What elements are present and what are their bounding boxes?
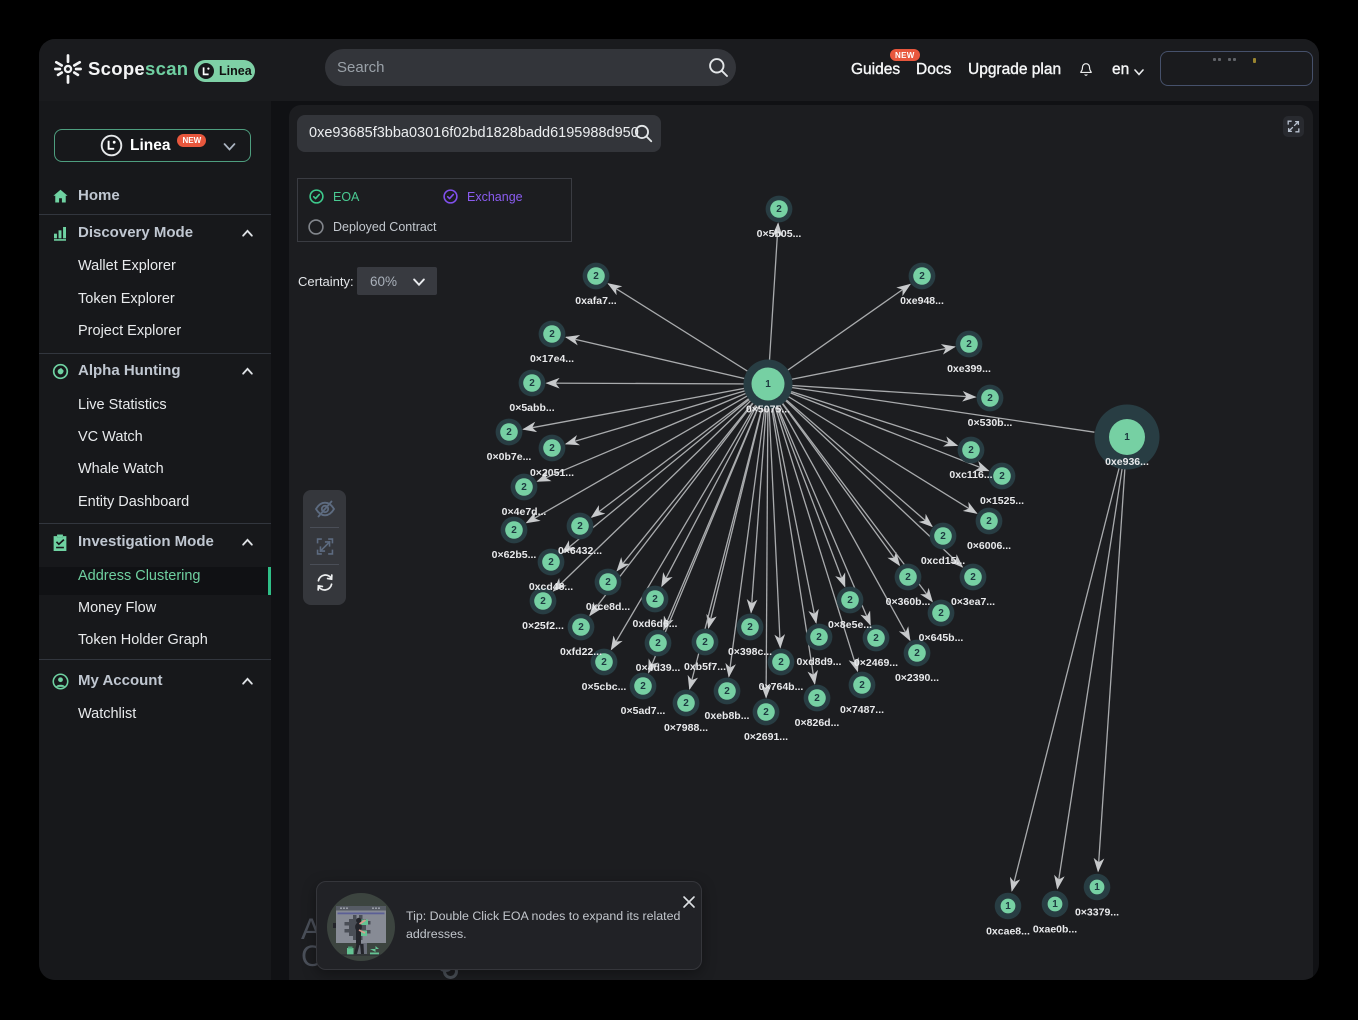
svg-text:0×3ea7...: 0×3ea7... <box>951 596 995 608</box>
svg-text:0xc116...: 0xc116... <box>949 469 992 481</box>
svg-text:2: 2 <box>776 204 782 215</box>
svg-text:1: 1 <box>1052 899 1058 910</box>
svg-text:0×360b...: 0×360b... <box>886 596 931 608</box>
svg-text:0×6432...: 0×6432... <box>558 545 602 557</box>
svg-text:0xcae8...: 0xcae8... <box>986 926 1030 938</box>
svg-text:0xe948...: 0xe948... <box>900 295 944 307</box>
svg-text:2: 2 <box>940 531 946 542</box>
svg-text:1: 1 <box>1005 901 1011 912</box>
svg-text:0xcd48...: 0xcd48... <box>529 581 573 593</box>
svg-text:0xae0b...: 0xae0b... <box>1033 924 1077 936</box>
svg-text:0×2051...: 0×2051... <box>530 467 574 479</box>
svg-text:0×4d39...: 0×4d39... <box>636 662 681 674</box>
svg-text:2: 2 <box>966 339 972 350</box>
svg-text:0×3379...: 0×3379... <box>1075 907 1119 919</box>
svg-text:2: 2 <box>548 557 554 568</box>
svg-text:0×5abb...: 0×5abb... <box>509 402 554 414</box>
svg-text:2: 2 <box>652 594 658 605</box>
svg-text:2: 2 <box>999 471 1005 482</box>
svg-text:0×645b...: 0×645b... <box>919 632 964 644</box>
svg-text:2: 2 <box>814 693 820 704</box>
svg-text:0xe936...: 0xe936... <box>1105 456 1149 468</box>
svg-text:0xafa7...: 0xafa7... <box>575 295 617 307</box>
svg-text:0xeb8b...: 0xeb8b... <box>705 710 750 722</box>
svg-text:0×8e5e...: 0×8e5e... <box>828 619 872 631</box>
svg-text:2: 2 <box>987 393 993 404</box>
svg-text:2: 2 <box>549 329 555 340</box>
svg-text:2: 2 <box>778 657 784 668</box>
svg-text:0xd6d6...: 0xd6d6... <box>633 618 678 630</box>
svg-text:2: 2 <box>938 608 944 619</box>
svg-text:0xcd15...: 0xcd15... <box>921 555 965 567</box>
svg-text:2: 2 <box>986 516 992 527</box>
svg-text:2: 2 <box>914 648 920 659</box>
svg-text:2: 2 <box>747 622 753 633</box>
svg-text:2: 2 <box>529 378 535 389</box>
svg-text:1: 1 <box>765 379 771 390</box>
svg-text:2: 2 <box>919 271 925 282</box>
svg-text:2: 2 <box>593 271 599 282</box>
svg-text:1: 1 <box>1094 882 1100 893</box>
svg-text:2: 2 <box>578 622 584 633</box>
svg-text:2: 2 <box>655 638 661 649</box>
svg-text:0×6006...: 0×6006... <box>967 540 1011 552</box>
svg-text:0×17e4...: 0×17e4... <box>530 353 574 365</box>
svg-text:0xe399...: 0xe399... <box>947 363 991 375</box>
svg-text:0×398c...: 0×398c... <box>728 646 772 658</box>
svg-text:0×2469...: 0×2469... <box>854 657 898 669</box>
svg-text:0xb5f7...: 0xb5f7... <box>684 661 726 673</box>
svg-text:0×5cbc...: 0×5cbc... <box>582 681 627 693</box>
svg-text:0×7988...: 0×7988... <box>664 722 708 734</box>
svg-text:2: 2 <box>540 596 546 607</box>
svg-text:0×5075...: 0×5075... <box>746 404 790 416</box>
svg-text:2: 2 <box>970 572 976 583</box>
svg-text:0×7487...: 0×7487... <box>840 704 884 716</box>
svg-text:2: 2 <box>859 680 865 691</box>
svg-text:0×826d...: 0×826d... <box>795 717 840 729</box>
svg-text:2: 2 <box>521 482 527 493</box>
svg-text:2: 2 <box>702 637 708 648</box>
svg-text:0×0b7e...: 0×0b7e... <box>487 451 532 463</box>
svg-text:0xd8d9...: 0xd8d9... <box>797 656 842 668</box>
svg-text:0×2691...: 0×2691... <box>744 731 788 743</box>
svg-text:0×4e7d...: 0×4e7d... <box>502 506 547 518</box>
svg-text:2: 2 <box>724 686 730 697</box>
svg-text:0×25f2...: 0×25f2... <box>522 620 564 632</box>
svg-text:2: 2 <box>847 595 853 606</box>
svg-text:2: 2 <box>683 698 689 709</box>
svg-text:2: 2 <box>549 443 555 454</box>
svg-text:2: 2 <box>640 681 646 692</box>
svg-text:2: 2 <box>577 521 583 532</box>
svg-text:0xfd22...: 0xfd22... <box>560 646 602 658</box>
svg-text:2: 2 <box>605 577 611 588</box>
svg-text:2: 2 <box>905 572 911 583</box>
svg-text:0×5ad7...: 0×5ad7... <box>621 705 666 717</box>
svg-text:2: 2 <box>816 632 822 643</box>
svg-text:0×764b...: 0×764b... <box>759 681 804 693</box>
svg-text:1: 1 <box>1124 432 1130 443</box>
svg-text:0×2390...: 0×2390... <box>895 672 939 684</box>
svg-text:2: 2 <box>873 633 879 644</box>
svg-text:2: 2 <box>601 657 607 668</box>
svg-text:2: 2 <box>511 525 517 536</box>
svg-text:2: 2 <box>968 445 974 456</box>
svg-text:0×530b...: 0×530b... <box>968 417 1013 429</box>
svg-text:0×5b05...: 0×5b05... <box>757 228 802 240</box>
svg-text:0×62b5...: 0×62b5... <box>492 549 537 561</box>
svg-text:0×1525...: 0×1525... <box>980 495 1024 507</box>
svg-text:2: 2 <box>763 707 769 718</box>
svg-text:2: 2 <box>506 427 512 438</box>
svg-text:0xce8d...: 0xce8d... <box>586 601 630 613</box>
